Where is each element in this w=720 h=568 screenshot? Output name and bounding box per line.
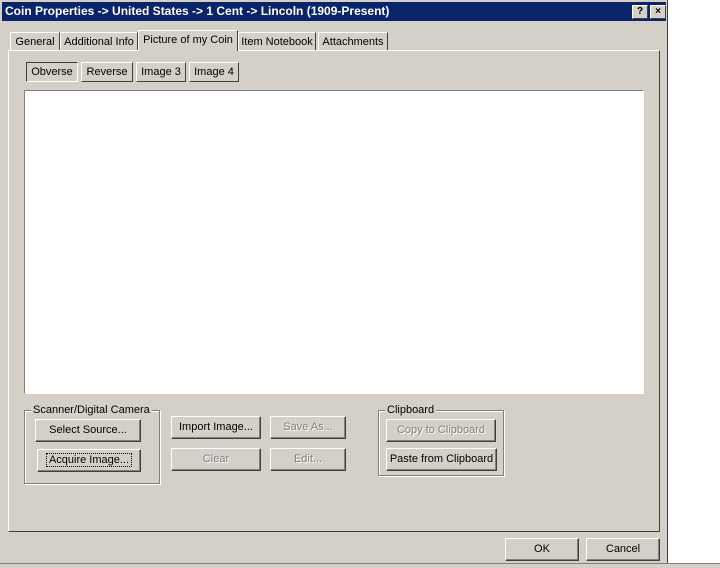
window-title: Coin Properties -> United States -> 1 Ce… [5, 4, 390, 18]
import-image-label: Import Image... [179, 421, 253, 433]
clear-label: Clear [202, 453, 230, 465]
reverse-button[interactable]: Reverse [81, 62, 133, 82]
paste-from-clipboard-label: Paste from Clipboard [389, 453, 494, 465]
select-source-button[interactable]: Select Source... [35, 419, 141, 442]
title-bar[interactable]: Coin Properties -> United States -> 1 Ce… [2, 2, 666, 21]
image-4-button[interactable]: Image 4 [189, 62, 239, 82]
tab-picture-of-my-coin[interactable]: Picture of my Coin [138, 30, 238, 51]
image-3-button[interactable]: Image 3 [136, 62, 186, 82]
taskbar-strip [0, 563, 720, 568]
coin-image-area[interactable] [24, 90, 644, 394]
save-as-button: Save As... [270, 416, 346, 439]
ok-button[interactable]: OK [505, 538, 579, 561]
tab-additional-info[interactable]: Additional Info [60, 32, 138, 50]
clear-button: Clear [171, 448, 261, 471]
copy-to-clipboard-label: Copy to Clipboard [396, 424, 486, 436]
acquire-image-button[interactable]: Acquire Image... [37, 449, 141, 472]
save-as-label: Save As... [283, 421, 333, 433]
cancel-label: Cancel [605, 543, 641, 555]
tab-attachments[interactable]: Attachments [318, 32, 388, 50]
help-button[interactable]: ? [632, 5, 648, 19]
tab-item-notebook[interactable]: Item Notebook [238, 32, 316, 50]
obverse-button[interactable]: Obverse [26, 62, 78, 82]
select-source-label: Select Source... [49, 424, 127, 436]
paste-from-clipboard-button[interactable]: Paste from Clipboard [386, 448, 497, 471]
cancel-button[interactable]: Cancel [586, 538, 660, 561]
close-button[interactable]: × [650, 5, 666, 19]
copy-to-clipboard-button: Copy to Clipboard [386, 419, 496, 442]
clipboard-group-label: Clipboard [385, 404, 437, 416]
edit-label: Edit... [293, 453, 323, 465]
coin-properties-dialog: Coin Properties -> United States -> 1 Ce… [0, 0, 668, 568]
ok-label: OK [534, 543, 550, 555]
acquire-image-label: Acquire Image... [45, 453, 133, 467]
edit-button: Edit... [270, 448, 346, 471]
import-image-button[interactable]: Import Image... [171, 416, 261, 439]
tab-general[interactable]: General [10, 32, 60, 50]
scanner-group-label: Scanner/Digital Camera [31, 404, 152, 416]
